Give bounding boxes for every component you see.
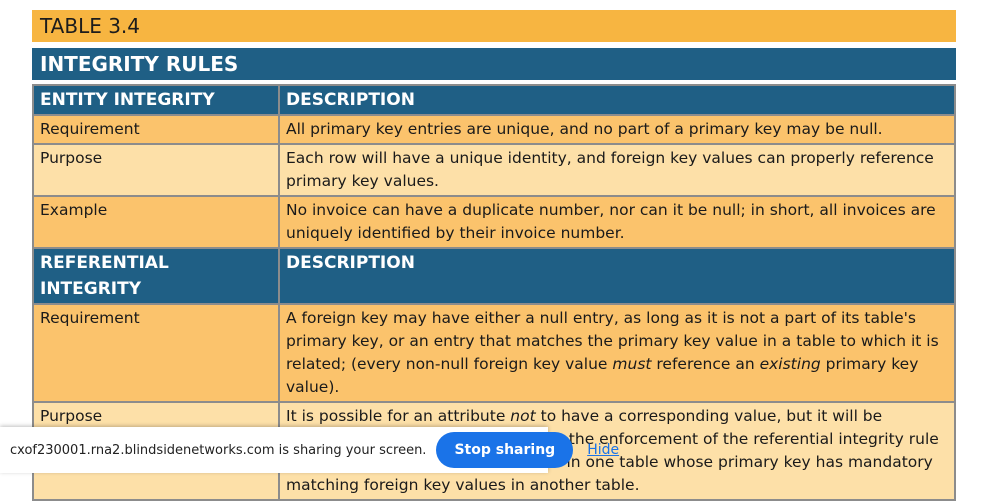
row-description: No invoice can have a duplicate number, … [280, 197, 954, 247]
row-description: A foreign key may have either a null ent… [280, 305, 954, 401]
table-row: Purpose Each row will have a unique iden… [34, 143, 954, 195]
emphasis-text: must [612, 355, 652, 373]
section-header-referential: REFERENTIAL INTEGRITY DESCRIPTION [34, 247, 954, 303]
header-cell: ENTITY INTEGRITY [34, 86, 280, 114]
table-row: Requirement All primary key entries are … [34, 114, 954, 143]
row-description: Each row will have a unique identity, an… [280, 145, 954, 195]
table-row: Requirement A foreign key may have eithe… [34, 303, 954, 401]
table-caption: TABLE 3.4 [32, 10, 956, 42]
hide-link[interactable]: Hide [587, 442, 619, 458]
header-cell: DESCRIPTION [280, 86, 954, 114]
row-label: Example [34, 197, 280, 247]
section-header-entity: ENTITY INTEGRITY DESCRIPTION [34, 86, 954, 114]
row-label: Requirement [34, 305, 280, 401]
table-title: INTEGRITY RULES [32, 48, 956, 80]
row-label: Purpose [34, 145, 280, 195]
emphasis-text: existing [759, 355, 821, 373]
text-segment: reference an [651, 355, 760, 373]
screen-share-notification: cxof230001.rna2.blindsidenetworks.com is… [0, 427, 619, 473]
header-cell: REFERENTIAL INTEGRITY [34, 249, 280, 303]
text-segment: It is possible for an attribute [286, 407, 511, 425]
header-cell: DESCRIPTION [280, 249, 954, 303]
emphasis-text: not [510, 407, 536, 425]
stop-sharing-button[interactable]: Stop sharing [436, 432, 574, 468]
row-label: Requirement [34, 116, 280, 143]
table-row: Example No invoice can have a duplicate … [34, 195, 954, 247]
row-description: All primary key entries are unique, and … [280, 116, 954, 143]
share-message: cxof230001.rna2.blindsidenetworks.com is… [10, 442, 427, 458]
